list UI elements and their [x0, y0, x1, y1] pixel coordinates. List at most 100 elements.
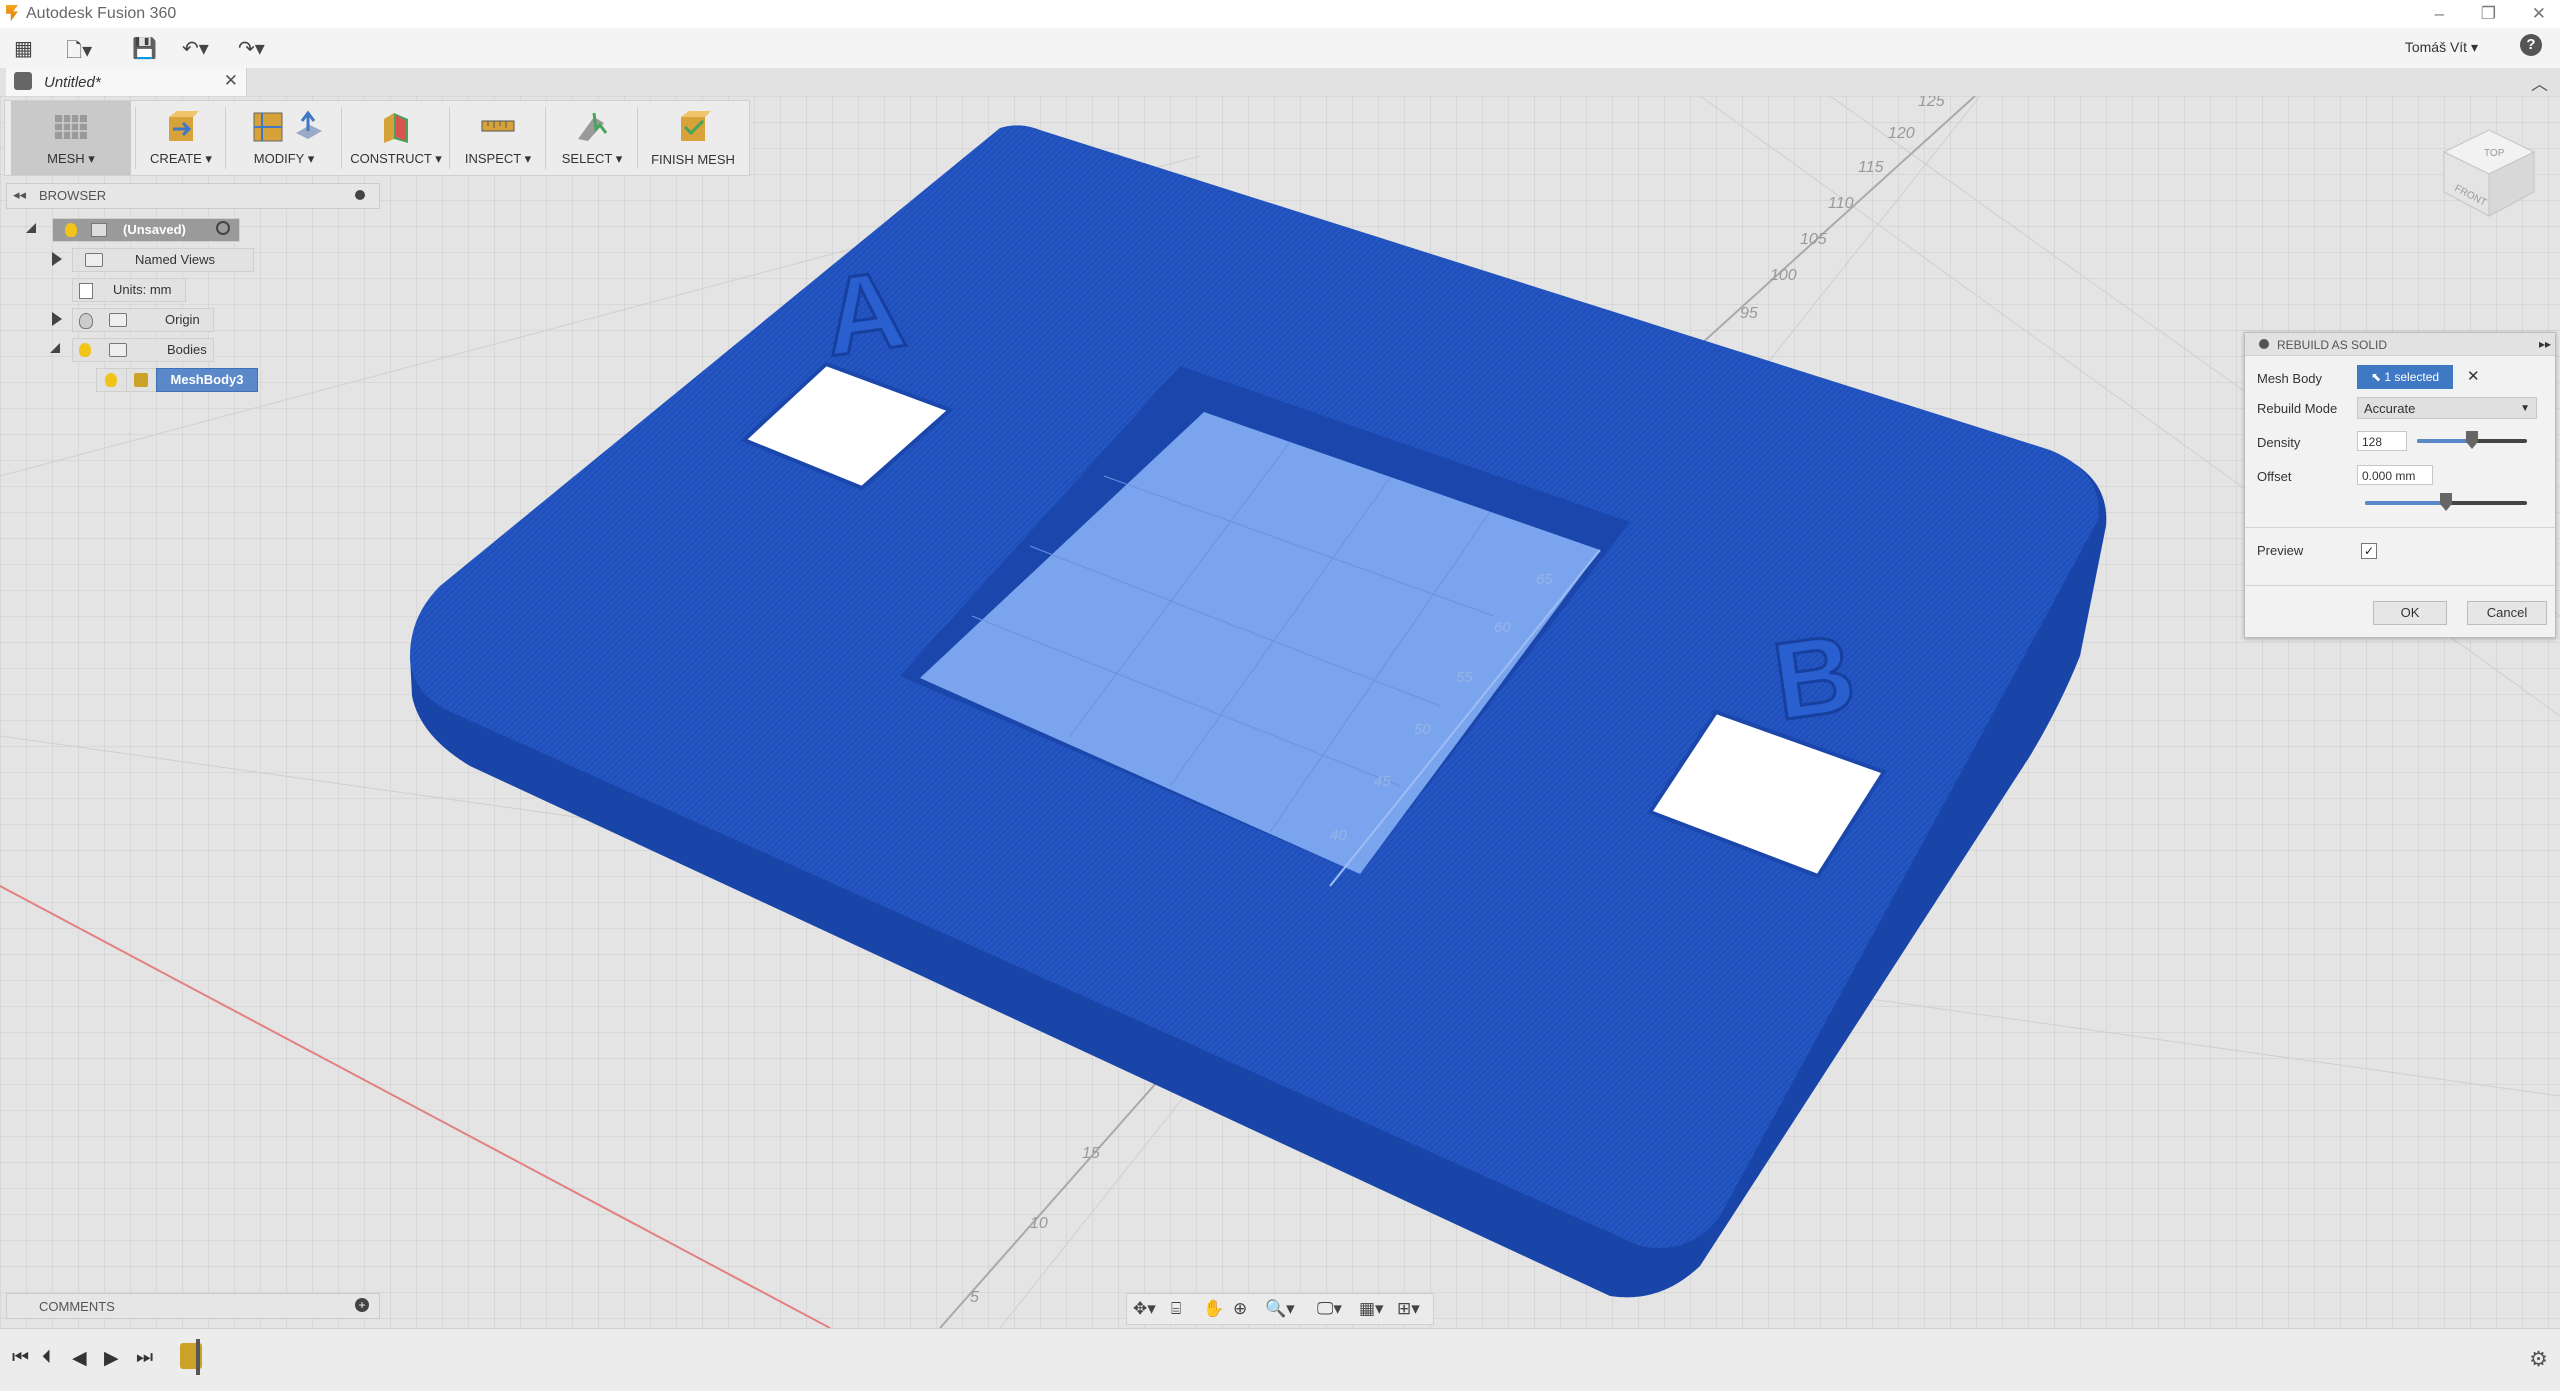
plane-cut-icon: [296, 110, 322, 139]
visibility-bulb-icon[interactable]: [105, 373, 117, 387]
gear-icon[interactable]: ⚙: [2529, 1347, 2548, 1372]
help-icon[interactable]: ?: [2520, 34, 2542, 56]
look-at-icon[interactable]: ⌸: [1171, 1299, 1181, 1319]
expand-arrow-icon[interactable]: [52, 312, 62, 326]
close-tab-icon[interactable]: ✕: [224, 71, 238, 91]
expand-arrow-icon[interactable]: [50, 343, 60, 353]
cancel-button[interactable]: Cancel: [2467, 601, 2547, 625]
meshbody-visibility[interactable]: [96, 368, 128, 392]
mesh-body-selection[interactable]: ⬉ 1 selected: [2357, 365, 2453, 389]
rebuild-as-solid-dialog: REBUILD AS SOLID ▸▸ Mesh Body ⬉ 1 select…: [2244, 332, 2556, 638]
go-to-start-icon[interactable]: ⏮: [12, 1347, 29, 1369]
units-node[interactable]: Units: mm: [72, 278, 186, 302]
activate-component-icon[interactable]: [216, 221, 230, 235]
meshbody-node[interactable]: MeshBody3: [156, 368, 258, 392]
preview-checkbox[interactable]: ✓: [2361, 543, 2377, 559]
step-back-play-icon[interactable]: ◀: [72, 1347, 87, 1370]
chevron-down-icon: ▼: [2520, 403, 2530, 414]
density-label: Density: [2257, 435, 2301, 450]
collapse-browser-icon[interactable]: ◂◂: [13, 187, 26, 203]
dialog-expand-icon[interactable]: ▸▸: [2539, 337, 2551, 351]
finish-mesh-button[interactable]: FINISH MESH: [643, 101, 743, 175]
title-bar: Autodesk Fusion 360 – ❐ ✕: [0, 0, 2560, 28]
orbit-icon[interactable]: ✥▾: [1133, 1299, 1156, 1319]
comments-panel[interactable]: COMMENTS +: [6, 1293, 380, 1319]
modify-menu-button[interactable]: MODIFY ▾: [231, 101, 337, 175]
pocket-tick-label: 55: [1456, 669, 1473, 686]
viewports-icon[interactable]: ⊞▾: [1397, 1299, 1420, 1319]
ruler-tick-label: 95: [1740, 305, 1758, 322]
user-account-menu[interactable]: Tomáš Vít ▾: [2405, 39, 2478, 56]
pocket-tick-label: 40: [1330, 827, 1347, 844]
display-settings-icon[interactable]: 🖵▾: [1317, 1299, 1342, 1319]
file-menu-icon[interactable]: 🗋▾: [66, 36, 92, 70]
named-views-node[interactable]: Named Views: [72, 248, 254, 272]
origin-node[interactable]: Origin: [72, 308, 214, 332]
go-to-end-icon[interactable]: ⏭: [136, 1347, 153, 1369]
browser-pin-icon[interactable]: [355, 190, 365, 200]
folder-icon: [109, 343, 127, 357]
bodies-node[interactable]: Bodies: [72, 338, 214, 362]
inspect-menu-button[interactable]: INSPECT ▾: [455, 101, 541, 175]
timeline-marker[interactable]: [196, 1339, 200, 1375]
view-cube[interactable]: TOP FRONT: [2434, 112, 2544, 222]
dialog-divider: [2245, 527, 2555, 528]
density-slider[interactable]: [2417, 431, 2527, 449]
restore-icon[interactable]: ❐: [2481, 4, 2496, 24]
clear-selection-icon[interactable]: ✕: [2467, 367, 2480, 385]
redo-icon[interactable]: ↷▾: [238, 36, 265, 61]
minimize-icon[interactable]: –: [2435, 4, 2444, 24]
document-tab[interactable]: Untitled* ✕: [6, 68, 247, 96]
density-slider-handle[interactable]: [2466, 431, 2478, 449]
play-icon[interactable]: ▶: [104, 1347, 119, 1370]
pan-hand-icon[interactable]: ✋: [1203, 1299, 1224, 1319]
browser-title: BROWSER: [39, 188, 107, 203]
grid-settings-icon[interactable]: ▦▾: [1359, 1299, 1384, 1319]
meshbody-type: [126, 368, 158, 392]
step-back-icon[interactable]: ⏴: [42, 1347, 52, 1369]
offset-slider-handle[interactable]: [2440, 493, 2452, 511]
x-axis-line: [0, 885, 831, 1328]
app-title: Autodesk Fusion 360: [26, 5, 177, 22]
mesh-workspace-button[interactable]: MESH ▾: [11, 101, 131, 175]
emboss-letter-b: B: [1766, 611, 1862, 744]
offset-slider[interactable]: [2365, 493, 2527, 511]
timeline-bar: ⏮ ⏴ ◀ ▶ ⏭ ⚙: [0, 1328, 2560, 1391]
ruler-tick-label: 10: [1030, 1215, 1048, 1232]
ruler-tick-label: 110: [1828, 195, 1854, 212]
undo-icon[interactable]: ↶▾: [182, 36, 209, 61]
browser-panel-header[interactable]: ◂◂ BROWSER: [6, 183, 380, 209]
inspect-label: INSPECT ▾: [464, 151, 532, 166]
visibility-bulb-icon[interactable]: [79, 313, 93, 329]
save-icon[interactable]: 💾: [132, 36, 157, 61]
data-panel-grid-icon[interactable]: ▦: [14, 36, 33, 61]
offset-input[interactable]: 0.000 mm: [2357, 465, 2433, 485]
visibility-bulb-icon[interactable]: [79, 343, 91, 357]
pocket-tick-label: 60: [1494, 619, 1511, 636]
close-window-icon[interactable]: ✕: [2532, 4, 2546, 24]
dialog-collapse-icon[interactable]: [2259, 339, 2269, 349]
create-icon: [169, 111, 199, 141]
density-input[interactable]: 128: [2357, 431, 2407, 451]
pocket-tick-label: 65: [1536, 571, 1553, 588]
model-scene[interactable]: 125 120 115 110 105 100 95 15 10 5 65 60…: [0, 96, 2560, 1328]
document-tab-bar: Untitled* ✕ ︿: [0, 68, 2560, 97]
select-menu-button[interactable]: SELECT ▾: [551, 101, 633, 175]
create-label: CREATE ▾: [150, 151, 212, 166]
root-component[interactable]: (Unsaved): [52, 218, 240, 242]
zoom-icon[interactable]: 🔍▾: [1265, 1299, 1295, 1319]
zoom-window-icon[interactable]: ⊕: [1233, 1299, 1247, 1319]
construct-menu-button[interactable]: CONSTRUCT ▾: [347, 101, 445, 175]
pocket-tick-label: 45: [1374, 773, 1391, 790]
root-component-label: (Unsaved): [123, 222, 186, 237]
expand-arrow-icon[interactable]: [26, 223, 36, 233]
ok-button[interactable]: OK: [2373, 601, 2447, 625]
visibility-bulb-icon[interactable]: [65, 223, 77, 237]
dialog-divider: [2245, 585, 2555, 586]
dialog-header[interactable]: REBUILD AS SOLID ▸▸: [2245, 333, 2555, 356]
add-comment-icon[interactable]: +: [355, 1298, 369, 1312]
rebuild-mode-dropdown[interactable]: Accurate ▼: [2357, 397, 2537, 419]
create-menu-button[interactable]: CREATE ▾: [141, 101, 221, 175]
collapse-toolbar-icon[interactable]: ︿: [2531, 70, 2548, 95]
expand-arrow-icon[interactable]: [52, 252, 62, 266]
